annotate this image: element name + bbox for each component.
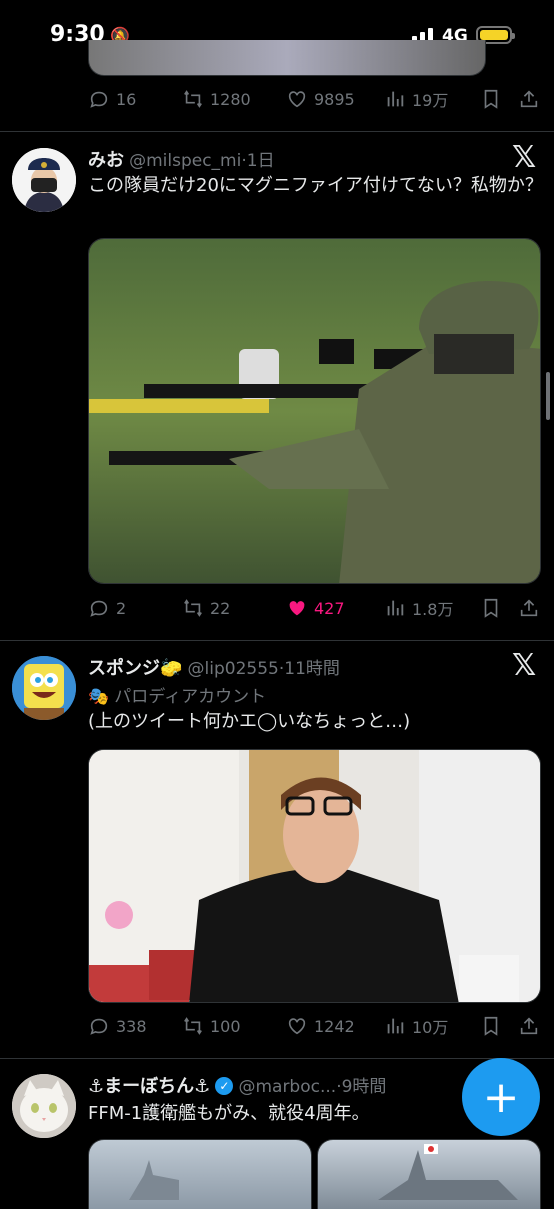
tweet-text: (上のツイート何かエ◯いなちょっと…) [88, 711, 411, 732]
views-button[interactable]: 19万 [384, 87, 480, 111]
bookmark-button[interactable] [480, 1015, 518, 1037]
like-button[interactable]: 9895 [286, 88, 384, 110]
tweet-image[interactable] [88, 749, 541, 1003]
tweet-header: スポンジ🧽 @lip02555·11時間 [88, 654, 340, 680]
x-logo-icon: 𝕏 [512, 140, 537, 175]
avatar[interactable] [12, 656, 76, 720]
views-icon [387, 1018, 404, 1034]
reply-icon [90, 91, 108, 108]
user-handle[interactable]: @marboc... [238, 1077, 336, 1097]
tweet-time: ·11時間 [278, 659, 340, 679]
ship-photo [378, 1144, 518, 1200]
views-icon [387, 600, 404, 616]
tweet-actions: 2 22 427 1.8万 [88, 593, 540, 623]
scrollbar[interactable] [546, 372, 550, 420]
bookmark-icon [484, 598, 498, 618]
reply-button[interactable]: 16 [88, 88, 182, 110]
avatar[interactable] [12, 148, 76, 212]
heart-icon [288, 1018, 306, 1035]
display-name[interactable]: ⚓まーぼちん⚓ [88, 1076, 210, 1097]
retweet-count: 1280 [210, 89, 251, 109]
retweet-count: 22 [210, 598, 231, 618]
tweet-text: FFM-1護衛艦もがみ、就役4周年。 [88, 1103, 370, 1124]
heart-filled-icon [289, 601, 305, 616]
divider [0, 640, 554, 641]
retweet-icon [184, 90, 202, 108]
tweet-header: ⚓まーぼちん⚓ ✓ @marboc...·9時間 [88, 1072, 386, 1098]
views-button[interactable]: 10万 [384, 1014, 480, 1038]
retweet-count: 100 [210, 1016, 241, 1036]
reply-count: 16 [116, 89, 137, 109]
tweet-time: ·1日 [241, 151, 275, 171]
bookmark-button[interactable] [480, 597, 518, 619]
reply-button[interactable]: 338 [88, 1015, 182, 1037]
views-icon [387, 91, 404, 107]
reply-button[interactable]: 2 [88, 597, 182, 619]
like-button[interactable]: 1242 [286, 1015, 384, 1037]
like-count: 427 [314, 598, 345, 618]
share-icon [520, 1017, 538, 1035]
share-button[interactable] [518, 88, 540, 110]
share-icon [520, 90, 538, 108]
plus-icon: + [482, 1071, 520, 1123]
person-photo [89, 750, 540, 1002]
tweet-image[interactable] [88, 238, 541, 584]
views-button[interactable]: 1.8万 [384, 596, 480, 620]
reply-icon [90, 1018, 108, 1035]
divider [0, 1058, 554, 1059]
x-logo-icon: 𝕏 [512, 648, 537, 683]
share-icon [520, 599, 538, 617]
retweet-button[interactable]: 22 [182, 597, 286, 619]
user-handle[interactable]: @milspec_mi [129, 151, 241, 171]
retweet-button[interactable]: 100 [182, 1015, 286, 1037]
bookmark-button[interactable] [480, 88, 518, 110]
soldier-photo [89, 239, 540, 583]
verified-badge-icon: ✓ [215, 1077, 234, 1095]
views-count: 1.8万 [412, 600, 454, 619]
views-count: 10万 [412, 1018, 449, 1037]
tweet-actions: 16 1280 9895 19万 [88, 84, 540, 114]
tweet-time: ·9時間 [336, 1077, 387, 1097]
like-count: 9895 [314, 89, 355, 109]
user-handle[interactable]: @lip02555 [188, 659, 279, 679]
mask-icon: 🎭 [88, 687, 110, 707]
tweet-actions: 338 100 1242 10万 [88, 1011, 540, 1041]
compose-button[interactable]: + [462, 1058, 540, 1136]
reply-icon [90, 600, 108, 617]
reply-count: 338 [116, 1016, 147, 1036]
tweet-text: この隊員だけ20にマグニファイア付けてない？私物か？ [88, 175, 543, 196]
like-button[interactable]: 427 [286, 597, 384, 619]
parody-label: パロディアカウント [114, 687, 267, 707]
display-name[interactable]: みお [88, 150, 124, 171]
reply-count: 2 [116, 598, 127, 618]
retweet-button[interactable]: 1280 [182, 88, 286, 110]
retweet-icon [184, 1017, 202, 1035]
like-count: 1242 [314, 1016, 355, 1036]
views-count: 19万 [412, 91, 449, 110]
bookmark-icon [484, 1016, 498, 1036]
parody-label-row: 🎭 パロディアカウント [88, 682, 266, 707]
avatar[interactable] [12, 1074, 76, 1138]
ship-photo [129, 1160, 179, 1200]
divider [0, 131, 554, 132]
share-button[interactable] [518, 1015, 540, 1037]
bookmark-icon [484, 89, 498, 109]
retweet-icon [184, 599, 202, 617]
heart-icon [288, 91, 306, 108]
share-button[interactable] [518, 597, 540, 619]
tweet-image[interactable] [88, 40, 486, 76]
display-name[interactable]: スポンジ🧽 [88, 658, 182, 679]
tweet-header: みお @milspec_mi·1日 [88, 146, 275, 172]
